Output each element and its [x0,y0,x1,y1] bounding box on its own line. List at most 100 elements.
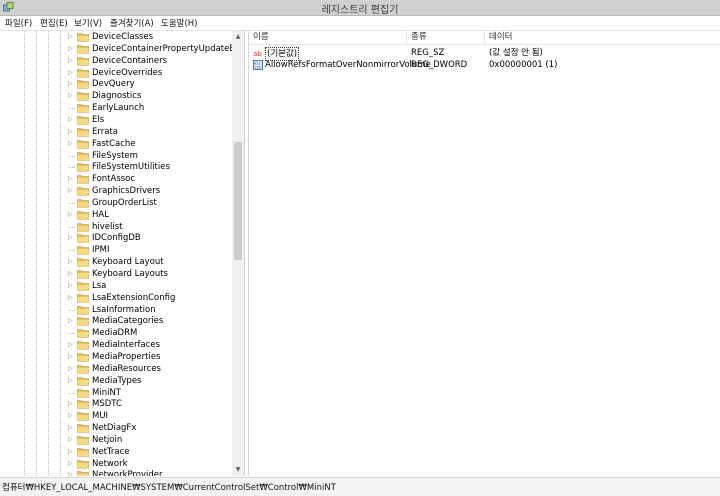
tree-item[interactable]: GroupOrderList [68,197,232,209]
expand-arrow-icon[interactable]: ▷ [68,233,74,242]
expand-arrow-icon[interactable]: ▷ [68,435,74,444]
tree-item[interactable]: ▷ Network [68,458,232,470]
tree-item[interactable]: FileSystem [68,150,232,162]
column-header-type[interactable]: 종류 [407,31,485,44]
expand-arrow-icon[interactable]: ▷ [68,459,74,468]
scroll-down-arrow-icon[interactable]: ▼ [232,464,244,476]
tree-item[interactable]: ▷ Diagnostics [68,90,232,102]
value-type: REG_SZ [411,48,445,58]
tree-item[interactable]: ▷ Errata [68,126,232,138]
tree-item[interactable]: ▷ FontAssoc [68,173,232,185]
tree-item[interactable]: ▷ HAL [68,209,232,221]
tree-vertical-scrollbar[interactable]: ▲ ▼ [232,31,244,476]
tree-item[interactable]: LsaInformation [68,304,232,316]
expand-arrow-icon[interactable]: ▷ [68,44,74,53]
tree-item-label: Diagnostics [92,91,142,102]
tree-item[interactable]: ▷ MediaCategories [68,315,232,327]
expand-arrow-icon[interactable]: ▷ [68,447,74,456]
value-list-pane[interactable]: 이름 종류 데이터 ab (기본값) REG_SZ (값 설정 안 됨) 011… [248,31,720,476]
tree-item[interactable]: ▷ FastCache [68,138,232,150]
expand-arrow-icon[interactable]: ▷ [68,257,74,266]
expand-arrow-icon[interactable]: ▷ [68,269,74,278]
menu-file[interactable]: 파일(F) [5,17,32,29]
expand-arrow-icon[interactable]: ▷ [68,139,74,148]
tree-item[interactable]: ▷ DeviceOverrides [68,67,232,79]
tree-item-label: Els [92,114,105,125]
tree-item-label: LsaExtensionConfig [92,292,176,303]
tree-item[interactable]: ▷ MediaInterfaces [68,339,232,351]
expand-arrow-icon[interactable]: ▷ [68,91,74,100]
menu-favorites[interactable]: 즐겨찾기(A) [110,17,154,29]
tree-item[interactable]: MediaDRM [68,327,232,339]
expand-arrow-icon[interactable]: ▷ [68,115,74,124]
tree-item-label: MiniNT [92,387,121,398]
expand-arrow-icon[interactable]: ▷ [68,293,74,302]
value-row[interactable]: ab (기본값) REG_SZ (값 설정 안 됨) [249,47,720,61]
status-key-path: 컴퓨터₩HKEY_LOCAL_MACHINE₩SYSTEM₩CurrentCon… [2,483,336,493]
column-header-data[interactable]: 데이터 [485,31,720,44]
expand-arrow-icon[interactable]: ▷ [68,210,74,219]
key-tree: ▷ DeviceClasses ▷ DeviceContainerPropertyUp… [0,31,232,476]
tree-item[interactable]: ▷ IDConfigDB [68,232,232,244]
menu-help[interactable]: 도움말(H) [161,17,197,29]
menu-edit[interactable]: 편집(E) [40,17,68,29]
expand-arrow-icon[interactable]: ▷ [68,340,74,349]
tree-item[interactable]: EarlyLaunch [68,102,232,114]
tree-item-label: MediaCategories [92,316,164,327]
tree-item[interactable]: ▷ Els [68,114,232,126]
tree-leaf-connector [68,202,75,204]
expand-arrow-icon[interactable]: ▷ [68,411,74,420]
expand-arrow-icon[interactable]: ▷ [68,281,74,290]
value-type: REG_DWORD [411,60,468,70]
tree-item[interactable]: ▷ DeviceContainers [68,55,232,67]
expand-arrow-icon[interactable]: ▷ [68,399,74,408]
tree-item[interactable]: ▷ NetworkProvider [68,469,232,476]
expand-arrow-icon[interactable]: ▷ [68,470,74,476]
folder-icon [77,139,89,149]
tree-item[interactable]: ▷ NetDiagFx [68,422,232,434]
value-row[interactable]: 011 110 AllowRefsFormatOverNonmirrorVolu… [249,59,720,71]
expand-arrow-icon[interactable]: ▷ [68,316,74,325]
expand-arrow-icon[interactable]: ▷ [68,68,74,77]
tree-item[interactable]: ▷ Keyboard Layouts [68,268,232,280]
scroll-up-arrow-icon[interactable]: ▲ [232,31,244,43]
window-title: 레지스트리 편집기 [321,5,399,16]
expand-arrow-icon[interactable]: ▷ [68,79,74,88]
column-header-name[interactable]: 이름 [249,31,407,44]
expand-arrow-icon[interactable]: ▷ [68,376,74,385]
tree-item-label: MediaProperties [92,351,161,362]
tree-item[interactable]: ▷ DevQuery [68,78,232,90]
scroll-thumb[interactable] [234,142,242,260]
tree-item[interactable]: ▷ DeviceContainerPropertyUpdateEvents [68,43,232,55]
tree-item[interactable]: ▷ Keyboard Layout [68,256,232,268]
tree-item[interactable]: ▷ MediaResources [68,363,232,375]
tree-item[interactable]: ▷ MediaTypes [68,375,232,387]
tree-item[interactable]: ▷ DeviceClasses [68,31,232,43]
expand-arrow-icon[interactable]: ▷ [68,364,74,373]
value-list-header: 이름 종류 데이터 [249,31,720,45]
folder-icon [77,447,89,457]
tree-item-label: DeviceContainers [92,55,168,66]
expand-arrow-icon[interactable]: ▷ [68,352,74,361]
tree-item[interactable]: ▷ MSDTC [68,398,232,410]
menu-view[interactable]: 보기(V) [74,17,102,29]
expand-arrow-icon[interactable]: ▷ [68,174,74,183]
tree-item[interactable]: ▷ NetTrace [68,446,232,458]
tree-item[interactable]: hivelist [68,221,232,233]
expand-arrow-icon[interactable]: ▷ [68,56,74,65]
expand-arrow-icon[interactable]: ▷ [68,186,74,195]
tree-item[interactable]: ▷ MUI [68,410,232,422]
key-tree-pane[interactable]: ▷ DeviceClasses ▷ DeviceContainerPropertyUp… [0,31,245,476]
tree-guide-line [24,31,25,476]
tree-item[interactable]: ▷ Netjoin [68,434,232,446]
tree-item[interactable]: MiniNT [68,387,232,399]
expand-arrow-icon[interactable]: ▷ [68,423,74,432]
tree-item[interactable]: ▷ GraphicsDrivers [68,185,232,197]
tree-item[interactable]: ▷ MediaProperties [68,351,232,363]
expand-arrow-icon[interactable]: ▷ [68,127,74,136]
tree-item[interactable]: ▷ LsaExtensionConfig [68,292,232,304]
expand-arrow-icon[interactable]: ▷ [68,32,74,41]
tree-item[interactable]: IPMI [68,244,232,256]
tree-item[interactable]: ▷ Lsa [68,280,232,292]
tree-item[interactable]: FileSystemUtilities [68,161,232,173]
